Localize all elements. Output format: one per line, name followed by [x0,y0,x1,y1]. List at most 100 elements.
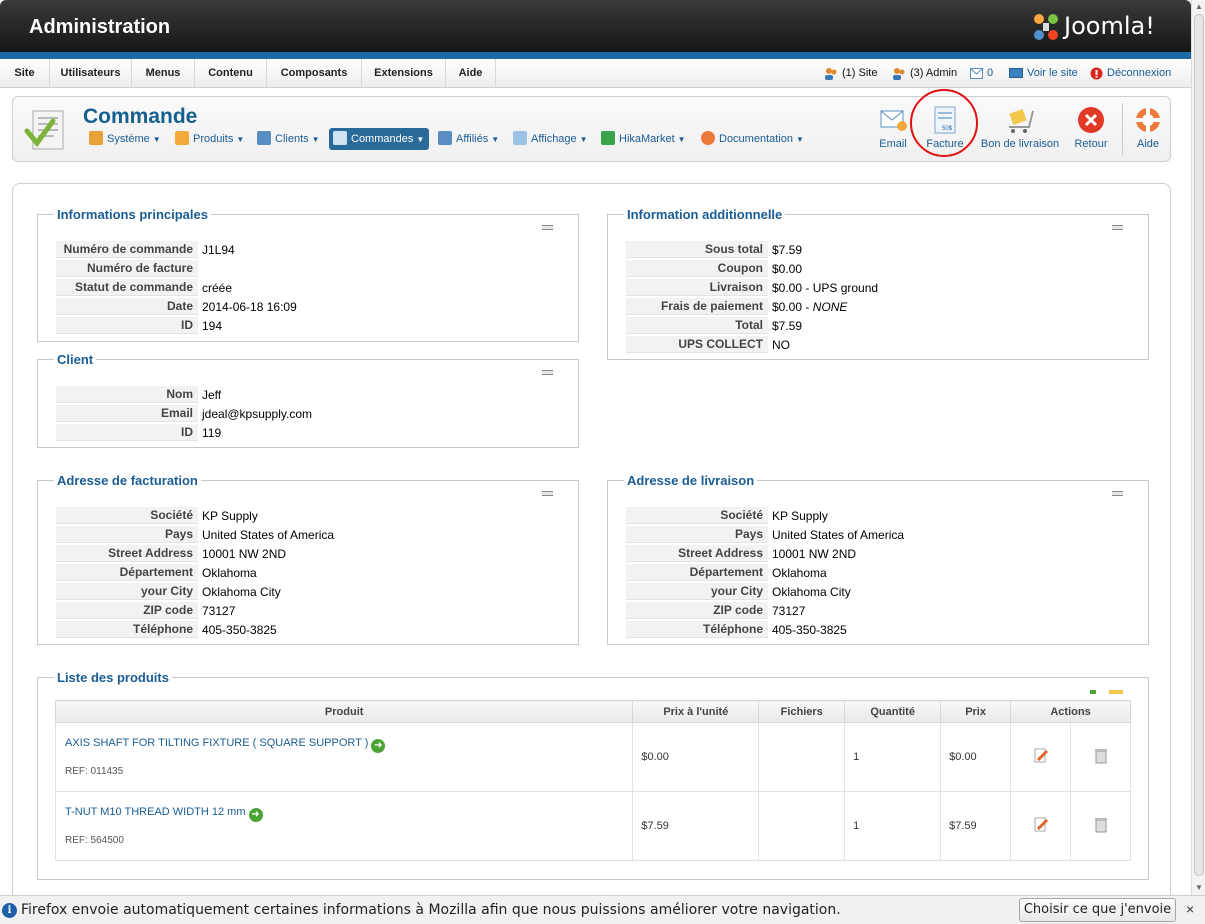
arrow-right-icon[interactable]: ➜ [248,808,263,822]
shipping-address-legend: Adresse de livraison [627,473,755,488]
chevron-down-icon: ▼ [416,135,425,144]
shipping-row: your City Oklahoma City [626,583,904,600]
collapse-toggle-icon[interactable] [542,225,553,230]
edit-products-icon[interactable] [1109,690,1123,694]
trash-icon[interactable] [1094,817,1108,833]
col-price: Prix [940,700,1012,723]
billing-row: Département Oklahoma [56,564,334,581]
help-button[interactable]: Aide [1130,105,1166,150]
billing-company-value: KP Supply [202,508,258,523]
collapse-toggle-icon[interactable] [1112,491,1123,496]
logout-link[interactable]: Déconnexion [1090,59,1171,88]
shipping-country-label: Pays [626,526,768,543]
back-button[interactable]: Retour [1071,105,1111,150]
menu-extensions[interactable]: Extensions [362,59,446,88]
submenu-clients[interactable]: Clients ▼ [257,128,320,150]
col-unit-price: Prix à l'unité [632,700,760,723]
shipping-state-value: Oklahoma [772,565,827,580]
view-site-link[interactable]: Voir le site [1009,59,1078,88]
submenu-affilies-label: Affiliés [456,133,489,145]
delete-action-cell [1070,791,1131,861]
additional-info-row: Sous total $7.59 [626,241,878,258]
shipping-phone-label: Téléphone [626,621,768,638]
submenu-systeme[interactable]: Système ▼ [89,128,161,150]
billing-row: Téléphone 405-350-3825 [56,621,334,638]
scroll-up-arrow-icon[interactable]: ▲ [1194,2,1204,12]
coupon-label: Coupon [626,260,768,277]
orders-icon [333,131,347,145]
menu-menus[interactable]: Menus [132,59,195,88]
menu-utilisateurs[interactable]: Utilisateurs [50,59,132,88]
menu-aide[interactable]: Aide [446,59,496,88]
help-label: Aide [1136,138,1160,150]
payment-fee-value: $0.00 - NONE [768,298,878,315]
lifebuoy-icon [1136,108,1160,132]
billing-phone-value: 405-350-3825 [202,622,277,637]
delete-action-cell [1070,722,1131,792]
payment-fee-label: Frais de paiement [626,298,768,315]
trash-icon[interactable] [1094,748,1108,764]
main-info-table: Numéro de commande J1L94 Numéro de factur… [56,239,297,336]
box-icon [175,131,189,145]
notification-text: Firefox envoie automatiquement certaines… [21,902,841,918]
main-content-panel: Informations principales Numéro de comma… [12,183,1171,895]
customer-name-label: Nom [56,386,198,403]
scrollbar-thumb[interactable] [1194,14,1204,876]
submenu-hikamarket-label: HikaMarket [619,133,675,145]
lifebuoy-icon [701,131,715,145]
submenu-commandes[interactable]: Commandes ▼ [329,128,430,150]
billing-row: ZIP code 73127 [56,602,334,619]
product-name-link[interactable]: AXIS SHAFT FOR TILTING FIXTURE ( SQUARE … [65,737,368,749]
order-date-label: Date [56,298,198,315]
menu-site[interactable]: Site [0,59,50,88]
product-ref: REF: 564500 [65,835,124,846]
collapse-toggle-icon[interactable] [542,491,553,496]
menu-composants[interactable]: Composants [267,59,362,88]
additional-info-row: Total $7.59 [626,317,878,334]
delivery-note-button[interactable]: Bon de livraison [977,105,1063,150]
billing-country-label: Pays [56,526,198,543]
order-id-label: ID [56,317,198,334]
submenu-hikamarket[interactable]: HikaMarket ▼ [601,128,686,150]
products-table: Produit Prix à l'unité Fichiers Quantité… [54,700,1131,861]
collapse-toggle-icon[interactable] [542,370,553,375]
order-status-label: Statut de commande [56,279,198,296]
product-cell: AXIS SHAFT FOR TILTING FIXTURE ( SQUARE … [54,722,634,792]
choose-what-i-share-button[interactable]: Choisir ce que j'envoie [1019,898,1176,922]
edit-icon[interactable] [1033,748,1049,764]
product-cell: T-NUT M10 THREAD WIDTH 12 mm ➜ REF: 56450… [54,791,634,861]
shipping-phone-value: 405-350-3825 [772,622,847,637]
additional-info-row: Coupon $0.00 [626,260,878,277]
email-button[interactable]: Email [875,105,911,150]
submenu-affilies[interactable]: Affiliés ▼ [438,128,499,150]
collapse-toggle-icon[interactable] [1112,225,1123,230]
messages-status[interactable]: 0 [970,59,993,88]
shipping-street-label: Street Address [626,545,768,562]
product-name-link[interactable]: T-NUT M10 THREAD WIDTH 12 mm [65,806,246,818]
additional-info-row: Frais de paiement $0.00 - NONE [626,298,878,315]
email-label: Email [879,138,907,150]
chevron-down-icon: ▼ [677,135,686,144]
submenu-affichage[interactable]: Affichage ▼ [513,128,588,150]
price-cell: $0.00 [940,722,1012,792]
back-label: Retour [1074,138,1108,150]
vertical-scrollbar[interactable]: ▲ ▼ [1191,0,1205,895]
shipping-company-value: KP Supply [772,508,828,523]
menu-contenu[interactable]: Contenu [195,59,267,88]
edit-action-cell [1010,791,1071,861]
submenu-documentation[interactable]: Documentation ▼ [701,128,804,150]
scroll-down-arrow-icon[interactable]: ▼ [1194,883,1204,893]
add-product-icon[interactable] [1090,690,1096,694]
billing-country-value: United States of America [202,527,335,542]
arrow-right-icon[interactable]: ➜ [371,739,386,753]
close-icon[interactable]: × [1186,901,1194,917]
additional-info-row: Livraison $0.00 - UPS ground [626,279,878,296]
submenu-produits[interactable]: Produits ▼ [175,128,244,150]
cancel-icon [1078,107,1104,133]
submenu-clients-label: Clients [275,133,309,145]
joomla-brand[interactable]: Joomla! [1064,12,1155,40]
edit-icon[interactable] [1033,817,1049,833]
billing-row: your City Oklahoma City [56,583,334,600]
top-menubar: Site Utilisateurs Menus Contenu Composan… [0,59,1191,88]
table-row: AXIS SHAFT FOR TILTING FIXTURE ( SQUARE … [54,722,1131,792]
